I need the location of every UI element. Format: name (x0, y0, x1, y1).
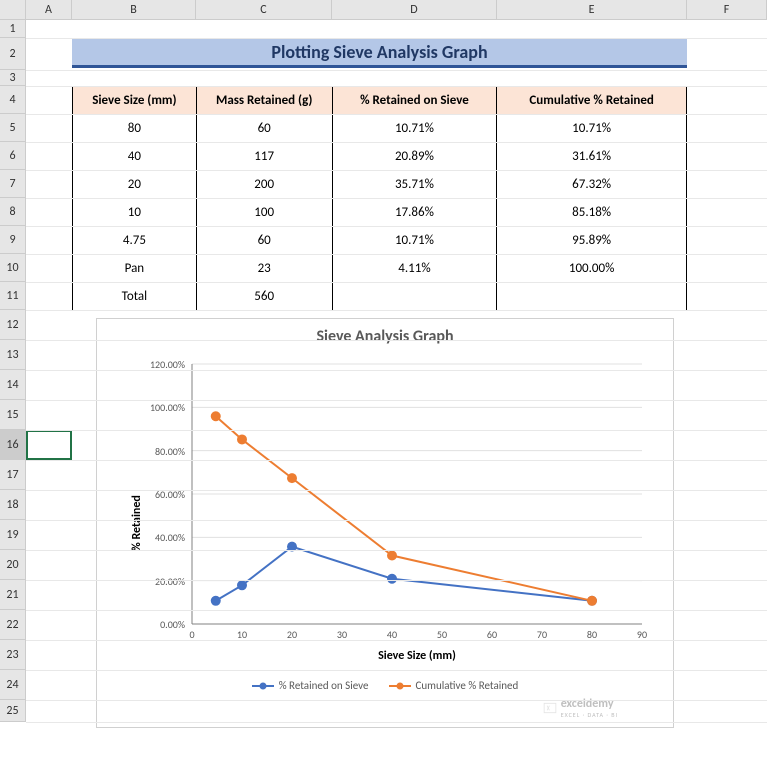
cell-r0-c1[interactable]: 60 (196, 115, 332, 143)
cell-r6-c3[interactable] (497, 283, 687, 311)
legend-swatch-2 (389, 685, 411, 687)
table-header-3: Cumulative % Retained (497, 87, 687, 115)
cell-r0-c0[interactable]: 80 (73, 115, 197, 143)
row-header-7[interactable]: 7 (0, 170, 26, 198)
table-row: 4011720.89%31.61% (73, 143, 687, 171)
x-axis-label: Sieve Size (mm) (192, 649, 642, 663)
cell-r1-c2[interactable]: 20.89% (332, 143, 497, 171)
y-tick: 40.00% (135, 531, 185, 544)
select-all-corner[interactable] (0, 0, 26, 20)
cell-r6-c0[interactable]: Total (73, 283, 197, 311)
cell-r5-c1[interactable]: 23 (196, 255, 332, 283)
y-tick: 20.00% (135, 575, 185, 588)
row-header-3[interactable]: 3 (0, 70, 26, 86)
cell-r1-c0[interactable]: 40 (73, 143, 197, 171)
row-header-17[interactable]: 17 (0, 460, 26, 490)
chart-title: Sieve Analysis Graph (97, 319, 673, 350)
cell-r3-c1[interactable]: 100 (196, 199, 332, 227)
excel-icon (543, 701, 557, 715)
legend-item-series1: % Retained on Sieve (252, 679, 369, 692)
column-headers: ABCDEF (26, 0, 767, 20)
y-tick: 80.00% (135, 445, 185, 458)
column-header-E[interactable]: E (497, 0, 687, 19)
row-header-20[interactable]: 20 (0, 550, 26, 580)
title-text: Plotting Sieve Analysis Graph (271, 41, 487, 63)
row-header-15[interactable]: 15 (0, 400, 26, 430)
cell-r2-c0[interactable]: 20 (73, 171, 197, 199)
cell-r6-c2[interactable] (332, 283, 497, 311)
y-tick: 100.00% (135, 401, 185, 414)
cell-r6-c1[interactable]: 560 (196, 283, 332, 311)
cell-r0-c2[interactable]: 10.71% (332, 115, 497, 143)
row-header-25[interactable]: 25 (0, 700, 26, 722)
row-header-14[interactable]: 14 (0, 370, 26, 400)
row-header-19[interactable]: 19 (0, 520, 26, 550)
cell-r3-c3[interactable]: 85.18% (497, 199, 687, 227)
table-header-1: Mass Retained (g) (196, 87, 332, 115)
active-cell-indicator (26, 430, 72, 460)
cell-r3-c0[interactable]: 10 (73, 199, 197, 227)
table-row: Total560 (73, 283, 687, 311)
column-header-C[interactable]: C (196, 0, 332, 19)
row-header-16[interactable]: 16 (0, 430, 26, 460)
table-row: 2020035.71%67.32% (73, 171, 687, 199)
column-header-A[interactable]: A (26, 0, 72, 19)
column-header-D[interactable]: D (332, 0, 497, 19)
row-header-22[interactable]: 22 (0, 610, 26, 640)
row-headers: 1234567891011121314151617181920212223242… (0, 20, 26, 722)
row-header-18[interactable]: 18 (0, 490, 26, 520)
y-tick: 0.00% (135, 618, 185, 631)
row-header-10[interactable]: 10 (0, 254, 26, 282)
table-row: 806010.71%10.71% (73, 115, 687, 143)
cell-r4-c3[interactable]: 95.89% (497, 227, 687, 255)
table-row: Pan234.11%100.00% (73, 255, 687, 283)
chart[interactable]: Sieve Analysis Graph % Retained 0.00%20.… (96, 318, 674, 728)
cell-r5-c0[interactable]: Pan (73, 255, 197, 283)
table-header-0: Sieve Size (mm) (73, 87, 197, 115)
row-header-12[interactable]: 12 (0, 310, 26, 340)
row-header-8[interactable]: 8 (0, 198, 26, 226)
row-header-6[interactable]: 6 (0, 142, 26, 170)
cell-r5-c2[interactable]: 4.11% (332, 255, 497, 283)
cell-r3-c2[interactable]: 17.86% (332, 199, 497, 227)
table-header-row: Sieve Size (mm)Mass Retained (g)% Retain… (73, 87, 687, 115)
cell-r2-c3[interactable]: 67.32% (497, 171, 687, 199)
row-header-5[interactable]: 5 (0, 114, 26, 142)
row-header-21[interactable]: 21 (0, 580, 26, 610)
plot-area (192, 364, 642, 624)
cell-r0-c3[interactable]: 10.71% (497, 115, 687, 143)
row-header-13[interactable]: 13 (0, 340, 26, 370)
legend-swatch-1 (252, 685, 274, 687)
table-row: 1010017.86%85.18% (73, 199, 687, 227)
row-header-11[interactable]: 11 (0, 282, 26, 310)
cell-r1-c1[interactable]: 117 (196, 143, 332, 171)
cell-r2-c1[interactable]: 200 (196, 171, 332, 199)
row-header-2[interactable]: 2 (0, 38, 26, 70)
row-header-23[interactable]: 23 (0, 640, 26, 670)
cell-r4-c2[interactable]: 10.71% (332, 227, 497, 255)
row-header-24[interactable]: 24 (0, 670, 26, 700)
cell-r4-c1[interactable]: 60 (196, 227, 332, 255)
row-header-4[interactable]: 4 (0, 86, 26, 114)
cell-r2-c2[interactable]: 35.71% (332, 171, 497, 199)
row-header-9[interactable]: 9 (0, 226, 26, 254)
column-header-B[interactable]: B (72, 0, 196, 19)
cell-r1-c3[interactable]: 31.61% (497, 143, 687, 171)
chart-legend: % Retained on Sieve Cumulative % Retaine… (97, 679, 673, 692)
legend-item-series2: Cumulative % Retained (389, 679, 519, 692)
row-header-1[interactable]: 1 (0, 20, 26, 38)
column-header-F[interactable]: F (687, 0, 767, 19)
table-row: 4.756010.71%95.89% (73, 227, 687, 255)
table-header-2: % Retained on Sieve (332, 87, 497, 115)
cell-r5-c3[interactable]: 100.00% (497, 255, 687, 283)
cell-r4-c0[interactable]: 4.75 (73, 227, 197, 255)
title-banner: Plotting Sieve Analysis Graph (72, 38, 687, 68)
spreadsheet: ABCDEF 123456789101112131415161718192021… (0, 0, 767, 776)
